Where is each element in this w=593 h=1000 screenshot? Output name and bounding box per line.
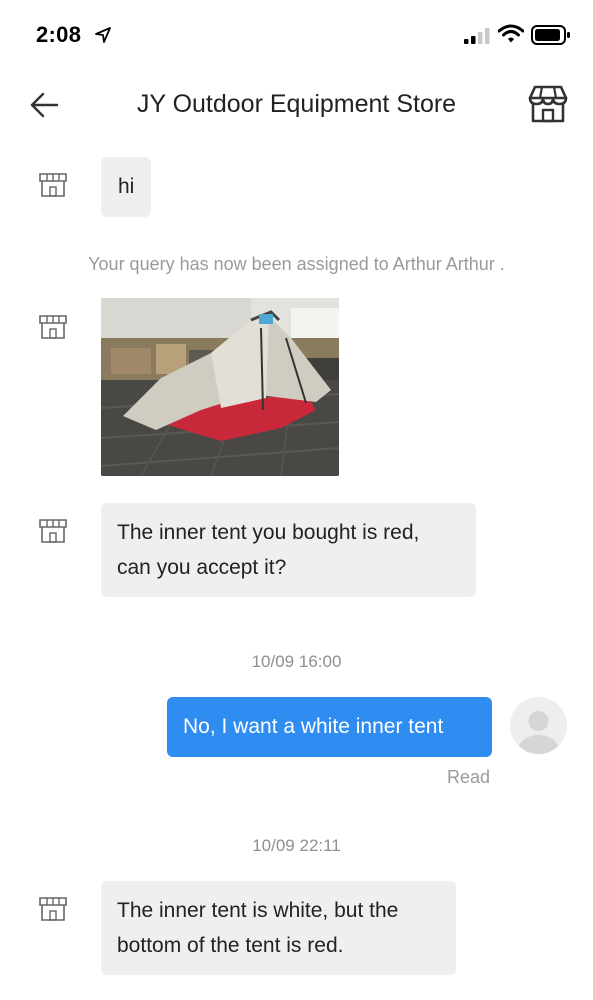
incoming-message: The inner tent is white, but the bottom … <box>101 881 456 975</box>
storefront-icon <box>528 85 568 123</box>
store-button[interactable] <box>526 84 570 124</box>
battery-icon <box>531 25 570 45</box>
message-text-line: bottom of the tent is red. <box>117 934 344 957</box>
store-avatar-icon <box>39 315 67 339</box>
message-image[interactable] <box>101 298 339 476</box>
message-text-line: can you accept it? <box>117 556 287 579</box>
user-icon <box>518 711 559 754</box>
status-bar: 2:08 <box>0 0 593 70</box>
message-text-line: The inner tent you bought is red, <box>117 521 420 544</box>
cellular-signal-icon <box>464 28 490 44</box>
read-status: Read <box>447 767 491 787</box>
timestamp: 10/09 22:11 <box>252 836 341 855</box>
outgoing-message: No, I want a white inner tent <box>167 697 492 757</box>
incoming-message: hi <box>101 157 152 217</box>
location-arrow-icon <box>95 27 111 43</box>
message-text: No, I want a white inner tent <box>183 715 444 738</box>
wifi-icon <box>498 24 524 43</box>
message-text: hi <box>118 175 135 198</box>
store-avatar-icon <box>39 897 67 921</box>
page-title: JY Outdoor Equipment Store <box>136 90 457 118</box>
message-text-line: The inner tent is white, but the <box>117 899 399 922</box>
user-avatar <box>510 697 567 754</box>
incoming-message: The inner tent you bought is red, can yo… <box>101 503 476 597</box>
store-avatar-icon <box>39 173 67 197</box>
store-avatar-icon <box>39 519 67 543</box>
chat-header: JY Outdoor Equipment Store <box>0 70 593 142</box>
status-time: 2:08 <box>36 22 82 47</box>
timestamp: 10/09 16:00 <box>251 652 342 671</box>
system-note: Your query has now been assigned to Arth… <box>88 254 505 274</box>
tent-photo <box>101 298 339 476</box>
